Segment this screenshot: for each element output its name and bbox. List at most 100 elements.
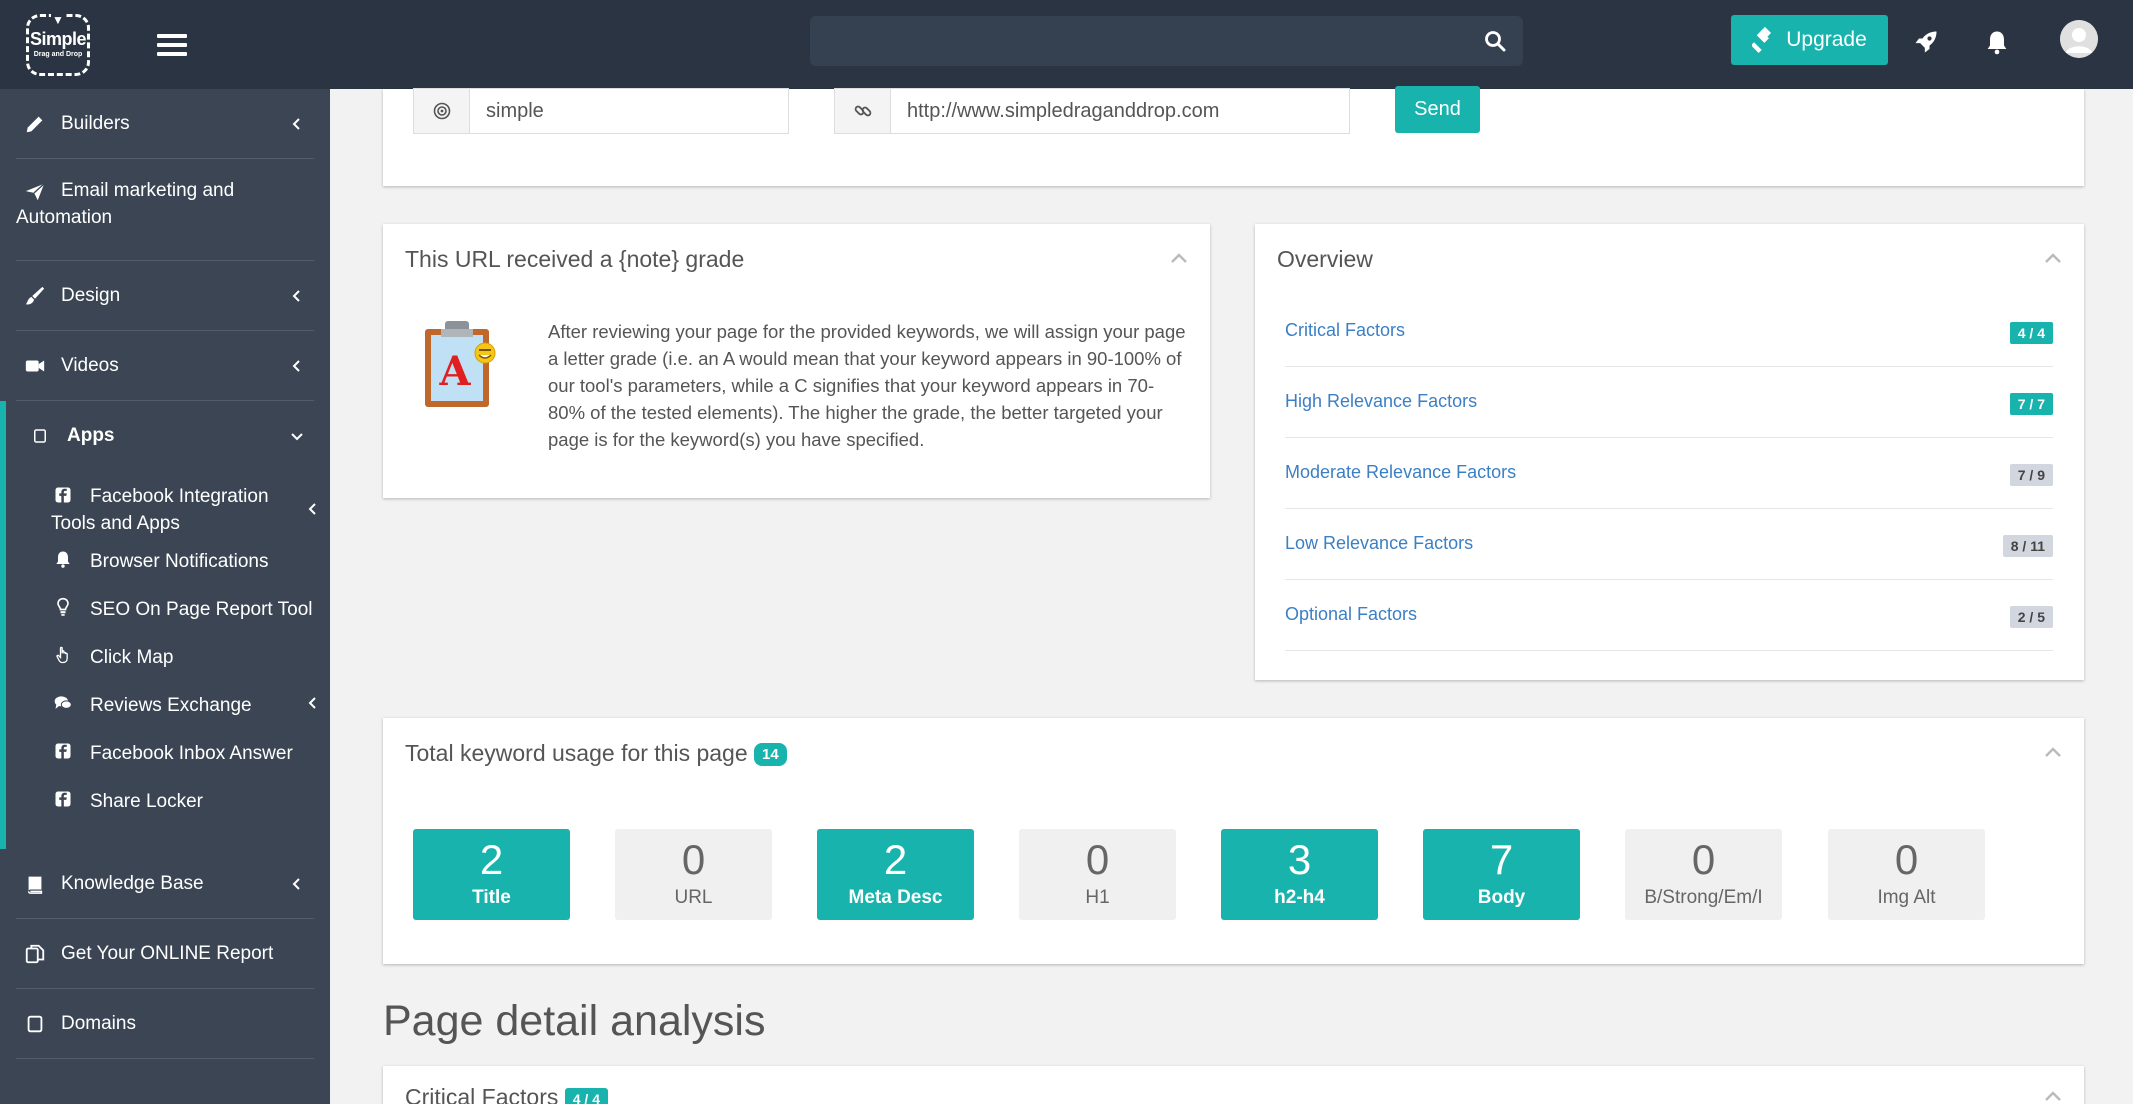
overview-count-badge: 7 / 7: [2009, 393, 2053, 415]
keyword-box-h1: 0 H1: [1019, 829, 1176, 920]
overview-row-optional[interactable]: Optional Factors 2 / 5: [1285, 580, 2053, 651]
upgrade-button[interactable]: Upgrade: [1731, 15, 1888, 65]
sidebar-subitem-browser-notifications[interactable]: Browser Notifications: [6, 537, 324, 581]
sidebar-subitem-label: Reviews Exchange: [90, 695, 252, 716]
pencil-icon: [26, 116, 43, 133]
keyword-box-title: 2 Title: [413, 829, 570, 920]
comments-icon: [54, 696, 72, 709]
keyword-box-meta-desc: 2 Meta Desc: [817, 829, 974, 920]
target-icon: [433, 102, 450, 120]
grade-description: After reviewing your page for the provid…: [548, 321, 1186, 450]
sidebar-subitem-click-map[interactable]: Click Map: [6, 633, 324, 677]
keyword-count: 0: [1894, 836, 1919, 883]
grade-title: This URL received a {note} grade: [405, 246, 745, 272]
logo[interactable]: ▼ Simple Drag and Drop: [26, 13, 90, 76]
keyword-input-group: [413, 88, 789, 134]
overview-count-badge: 7 / 9: [2009, 464, 2053, 486]
bell-icon: [56, 551, 70, 568]
facebook-icon: [55, 791, 71, 807]
keyword-usage-title: Total keyword usage for this page 14: [405, 740, 787, 767]
overview-label[interactable]: Low Relevance Factors: [1285, 533, 1473, 554]
square-icon: [27, 1015, 43, 1033]
keyword-input[interactable]: [470, 89, 788, 133]
sidebar-item-label: Apps: [67, 425, 115, 446]
chevron-up-icon[interactable]: [2044, 746, 2062, 758]
overview-row-low[interactable]: Low Relevance Factors 8 / 11: [1285, 509, 2053, 580]
sidebar-item-apps[interactable]: Apps: [6, 401, 330, 471]
keyword-box-url: 0 URL: [615, 829, 772, 920]
chevron-down-icon: [291, 433, 303, 441]
overview-label[interactable]: Critical Factors: [1285, 320, 1405, 341]
search-icon[interactable]: [1483, 29, 1507, 53]
overview-label[interactable]: Optional Factors: [1285, 604, 1417, 625]
keyword-addon: [414, 89, 470, 133]
hand-pointer-icon: [56, 646, 68, 664]
keyword-count: 0: [681, 836, 706, 883]
sidebar-subitem-facebook-inbox-answer[interactable]: Facebook Inbox Answer: [6, 729, 324, 773]
sidebar-subitem-reviews-exchange[interactable]: Reviews Exchange: [6, 681, 324, 725]
overview-row-critical[interactable]: Critical Factors 4 / 4: [1285, 296, 2053, 367]
chevron-left-icon: [292, 878, 300, 890]
bell-icon[interactable]: [1983, 28, 2011, 56]
sidebar-subitem-label: Facebook Inbox Answer: [90, 743, 293, 764]
keyword-field-label: Title: [472, 887, 511, 908]
chevron-left-icon: [292, 290, 300, 302]
keyword-field-label: h2-h4: [1274, 887, 1325, 908]
sidebar-item-knowledge-base[interactable]: Knowledge Base: [16, 849, 314, 919]
logo-text: Simple: [29, 29, 87, 49]
copy-icon: [25, 944, 45, 964]
keyword-box-body: 7 Body: [1423, 829, 1580, 920]
critical-factors-panel: Critical Factors 4 / 4: [383, 1066, 2084, 1104]
book-icon: [27, 876, 43, 894]
critical-factors-badge: 4 / 4: [564, 1087, 608, 1104]
keyword-count: 0: [1085, 836, 1110, 883]
chevron-up-icon[interactable]: [2044, 252, 2062, 264]
sidebar-item-label: Get Your ONLINE Report: [61, 943, 274, 964]
keyword-box-bold: 0 B/Strong/Em/I: [1625, 829, 1782, 920]
chevron-left-icon: [292, 118, 300, 130]
sidebar-apps-section: Apps Facebook Integration Tools and Apps B…: [0, 401, 330, 849]
avatar[interactable]: [2060, 20, 2098, 58]
keyword-count: 0: [1691, 836, 1716, 883]
sidebar-item-label: Design: [61, 285, 121, 306]
sidebar-item-label: Builders: [61, 113, 130, 134]
sidebar: Builders Email marketing and Automation De…: [0, 89, 330, 1104]
chevron-left-icon: [292, 360, 300, 372]
sidebar-subitem-label: Share Locker: [90, 791, 204, 812]
sidebar-subitem-label: Browser Notifications: [90, 551, 269, 572]
sidebar-item-get-online-report[interactable]: Get Your ONLINE Report: [16, 919, 314, 989]
send-button[interactable]: Send: [1395, 86, 1480, 133]
rocket-icon[interactable]: [1912, 28, 1940, 56]
square-icon: [34, 429, 46, 443]
search-input[interactable]: [810, 16, 1523, 66]
sidebar-subitem-seo-on-page-report[interactable]: SEO On Page Report Tool: [6, 585, 324, 629]
url-input[interactable]: [891, 89, 1349, 133]
sidebar-item-email-marketing[interactable]: Email marketing and Automation: [16, 159, 314, 261]
keyword-count: 3: [1287, 836, 1312, 883]
chevron-up-icon[interactable]: [2044, 1090, 2062, 1102]
page-detail-title: Page detail analysis: [383, 997, 766, 1045]
hamburger-menu-icon[interactable]: [157, 34, 187, 58]
upgrade-label: Upgrade: [1786, 28, 1867, 51]
keyword-field-label: Img Alt: [1877, 887, 1936, 908]
sidebar-item-videos[interactable]: Videos: [16, 331, 314, 401]
keyword-count: 2: [883, 836, 908, 883]
sidebar-subitem-facebook-integration[interactable]: Facebook Integration Tools and Apps: [6, 471, 324, 534]
keyword-count: 2: [479, 836, 504, 883]
overview-row-high[interactable]: High Relevance Factors 7 / 7: [1285, 367, 2053, 438]
sidebar-item-builders[interactable]: Builders: [16, 89, 314, 159]
overview-label[interactable]: High Relevance Factors: [1285, 391, 1477, 412]
sidebar-item-domains[interactable]: Domains: [16, 989, 314, 1059]
overview-label[interactable]: Moderate Relevance Factors: [1285, 462, 1516, 483]
chevron-up-icon[interactable]: [1170, 252, 1188, 264]
keyword-field-label: B/Strong/Em/I: [1644, 887, 1763, 908]
critical-factors-title-text: Critical Factors: [405, 1084, 559, 1104]
sidebar-subitem-label: Facebook Integration Tools and Apps: [51, 486, 269, 534]
facebook-icon: [55, 743, 71, 759]
sidebar-subitem-label: Click Map: [90, 647, 174, 668]
overview-row-moderate[interactable]: Moderate Relevance Factors 7 / 9: [1285, 438, 2053, 509]
keyword-count: 7: [1489, 836, 1514, 883]
sidebar-subitem-share-locker[interactable]: Share Locker: [6, 777, 324, 821]
sidebar-item-design[interactable]: Design: [16, 261, 314, 331]
sidebar-subitem-label: SEO On Page Report Tool: [90, 599, 313, 620]
